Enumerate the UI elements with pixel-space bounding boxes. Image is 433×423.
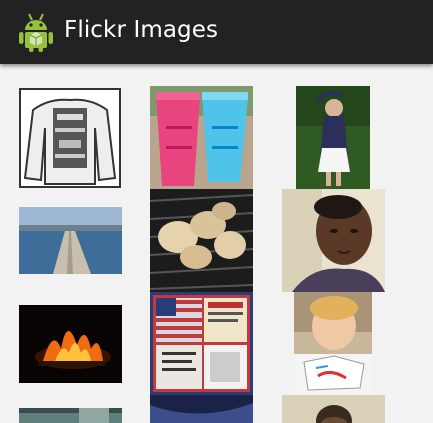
photo-grid[interactable] [0,64,433,423]
photo-grilled-chicken[interactable] [150,189,253,292]
photo-lake-dock[interactable] [19,207,122,274]
android-robot-icon[interactable] [18,11,54,53]
photo-girl-in-garden[interactable] [296,86,370,189]
action-bar: Flickr Images [0,0,433,64]
photo-memorial-day-collage[interactable] [150,292,253,395]
photo-partial-person[interactable] [282,395,385,423]
app-title: Flickr Images [64,17,219,43]
photo-sweatshirt[interactable] [19,88,121,188]
photo-campfire[interactable] [19,305,122,383]
photo-pink-blue-cups[interactable] [150,86,253,189]
photo-partial-night-sky[interactable] [150,395,253,423]
photo-child-at-table[interactable] [294,292,372,395]
photo-partial-water[interactable] [19,408,122,423]
photo-man-selfie[interactable] [282,189,385,292]
